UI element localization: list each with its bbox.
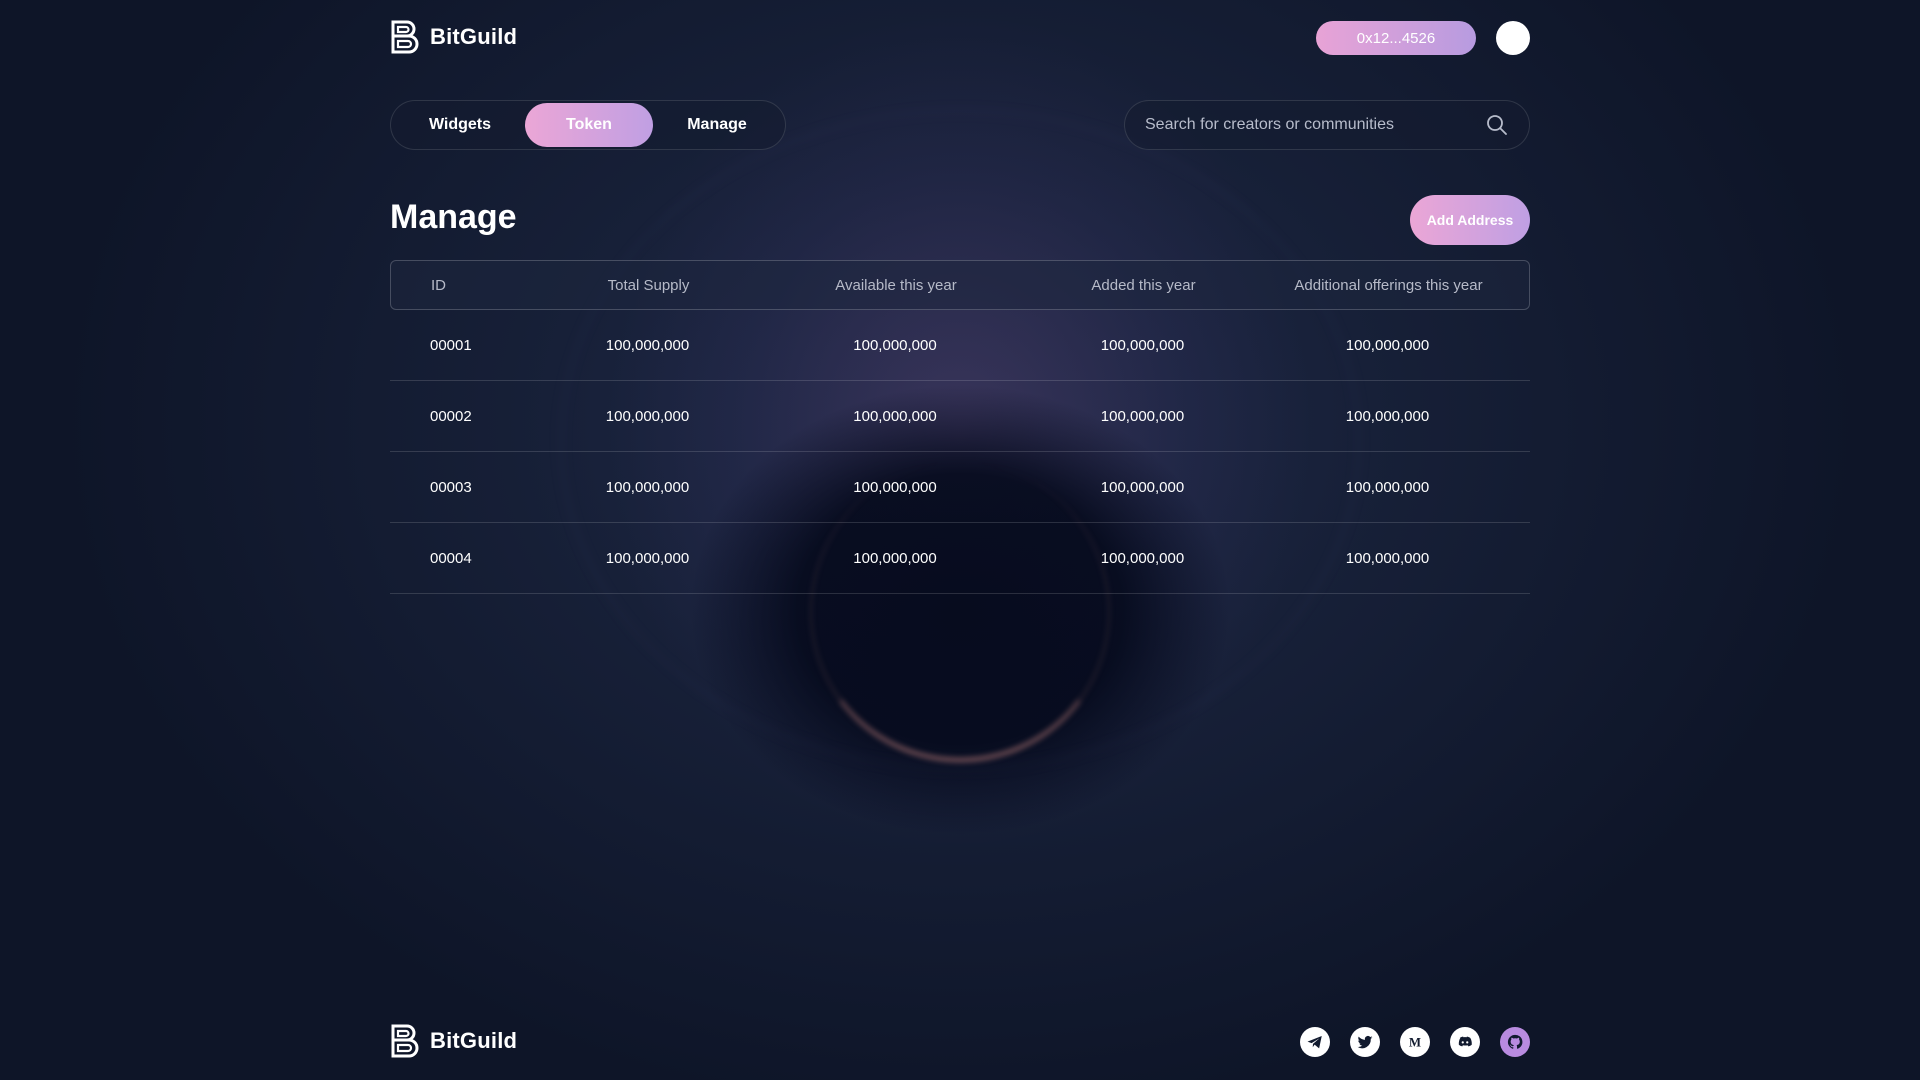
table-row[interactable]: 00002 100,000,000 100,000,000 100,000,00… [390,381,1530,452]
cell-available: 100,000,000 [853,407,937,425]
column-header-id: ID [431,276,446,294]
table-row[interactable]: 00003 100,000,000 100,000,000 100,000,00… [390,452,1530,523]
cell-id: 00003 [430,478,472,496]
cell-additional-offerings: 100,000,000 [1345,549,1430,567]
bitguild-logo-icon [391,20,419,54]
wallet-address-button[interactable]: 0x12...4526 [1316,21,1476,55]
discord-icon[interactable] [1450,1027,1480,1057]
cell-additional-offerings: 100,000,000 [1345,336,1430,354]
tab-bar: Widgets Token Manage [390,100,786,150]
table-header: ID Total Supply Available this year Adde… [390,260,1530,310]
cell-total-supply: 100,000,000 [605,336,690,354]
social-links: M [1300,1027,1530,1057]
cell-total-supply: 100,000,000 [605,407,690,425]
cell-available: 100,000,000 [853,336,937,354]
github-icon[interactable] [1500,1027,1530,1057]
table-row[interactable]: 00004 100,000,000 100,000,000 100,000,00… [390,523,1530,594]
footer-logo-text: BitGuild [430,1028,518,1053]
cell-id: 00004 [430,549,472,567]
cell-id: 00001 [430,336,472,354]
medium-icon[interactable]: M [1400,1027,1430,1057]
search-input[interactable] [1145,116,1485,134]
table-row[interactable]: 00001 100,000,000 100,000,000 100,000,00… [390,310,1530,381]
tab-widgets[interactable]: Widgets [395,103,525,147]
tab-manage[interactable]: Manage [653,103,781,147]
cell-total-supply: 100,000,000 [605,549,690,567]
tab-token[interactable]: Token [524,103,653,147]
footer-logo[interactable]: BitGuild [390,1024,517,1058]
cell-available: 100,000,000 [853,478,937,496]
header-logo[interactable]: BitGuild [390,20,517,54]
cell-total-supply: 100,000,000 [605,478,690,496]
svg-text:M: M [1409,1036,1421,1050]
page-title: Manage [390,198,517,236]
cell-available: 100,000,000 [853,549,937,567]
column-header-total-supply: Total Supply [607,276,690,294]
bitguild-logo-icon [391,1024,419,1058]
column-header-added: Added this year [1091,276,1196,294]
search-icon[interactable] [1485,113,1509,137]
add-address-button[interactable]: Add Address [1410,195,1530,245]
cell-id: 00002 [430,407,472,425]
column-header-additional-offerings: Additional offerings this year [1294,276,1483,294]
cell-added: 100,000,000 [1100,478,1185,496]
manage-table: ID Total Supply Available this year Adde… [390,260,1530,594]
avatar[interactable] [1496,21,1530,55]
logo-text: BitGuild [430,24,518,49]
search-box [1124,100,1530,150]
cell-added: 100,000,000 [1100,549,1185,567]
twitter-icon[interactable] [1350,1027,1380,1057]
column-header-available: Available this year [835,276,957,294]
cell-additional-offerings: 100,000,000 [1345,478,1430,496]
telegram-icon[interactable] [1300,1027,1330,1057]
page-container: BitGuild 0x12...4526 Widgets Token Manag… [390,0,1530,1080]
cell-additional-offerings: 100,000,000 [1345,407,1430,425]
cell-added: 100,000,000 [1100,407,1185,425]
cell-added: 100,000,000 [1100,336,1185,354]
